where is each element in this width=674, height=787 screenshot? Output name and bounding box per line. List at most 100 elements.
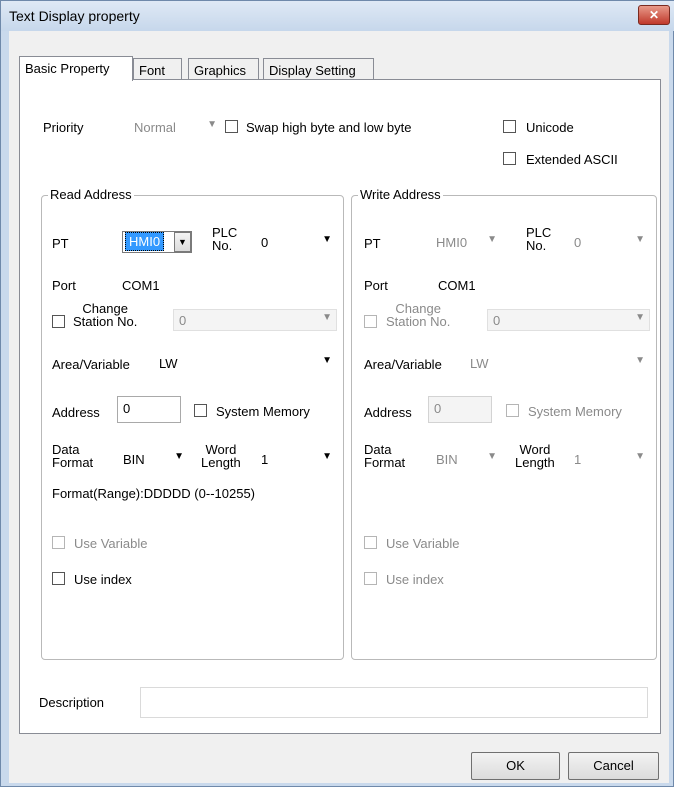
read-port-value: COM1 [122, 278, 160, 293]
read-change-station-checkbox[interactable] [52, 315, 65, 328]
chevron-down-icon: ▼ [322, 234, 332, 245]
read-address-label: Address [52, 405, 100, 420]
write-use-index-label: Use index [386, 572, 444, 587]
read-data-label-line2: Format [52, 455, 94, 470]
tab-graphics[interactable]: Graphics [188, 58, 259, 80]
read-data-format-select[interactable]: BIN ▼ [117, 448, 189, 470]
write-data-format-label: Data Format [364, 443, 405, 469]
write-use-index-checkbox[interactable] [364, 572, 377, 585]
read-use-index-label: Use index [74, 572, 132, 587]
swap-bytes-checkbox[interactable] [225, 120, 238, 133]
dialog-window: Text Display property ✕ Basic Property F… [0, 0, 674, 787]
description-label: Description [39, 695, 105, 710]
write-area-label: Area/Variable [364, 357, 442, 372]
chevron-down-icon: ▼ [635, 451, 645, 462]
priority-select[interactable]: Normal ▼ [128, 116, 222, 138]
chevron-down-icon: ▼ [174, 451, 184, 462]
read-format-range: Format(Range):DDDDD (0--10255) [52, 486, 255, 501]
unicode-checkbox[interactable] [503, 120, 516, 133]
write-plc-value: 0 [574, 235, 582, 250]
tab-basic-property[interactable]: Basic Property [19, 56, 133, 81]
read-area-select[interactable]: LW ▼ [153, 352, 337, 374]
write-pt-select[interactable]: HMI0 ▼ [430, 231, 502, 253]
title-bar[interactable]: Text Display property ✕ [1, 1, 674, 31]
write-area-value: LW [470, 356, 489, 371]
write-use-variable-checkbox[interactable] [364, 536, 377, 549]
read-system-memory-label: System Memory [216, 404, 310, 419]
read-port-label: Port [52, 278, 76, 293]
tab-label: Display Setting [269, 63, 356, 78]
chevron-down-icon: ▼ [487, 234, 497, 245]
read-pt-select[interactable]: HMI0 ▼ [122, 231, 192, 253]
priority-label: Priority [43, 120, 84, 135]
read-pt-value: HMI0 [125, 232, 165, 251]
write-address-group [351, 195, 657, 660]
read-address-group [41, 195, 344, 660]
write-address-label: Address [364, 405, 412, 420]
write-word-length-label: Word Length [515, 443, 555, 469]
write-word-label-line2: Length [515, 455, 555, 470]
extended-ascii-label: Extended ASCII [526, 152, 618, 167]
write-port-label: Port [364, 278, 388, 293]
close-icon: ✕ [648, 8, 660, 22]
write-station-value: 0 [493, 313, 501, 328]
write-word-length-select[interactable]: 1 ▼ [568, 448, 650, 470]
read-change-label-line2: Station No. [73, 314, 138, 329]
read-address-title: Read Address [48, 187, 134, 202]
cancel-label: Cancel [593, 758, 634, 773]
read-word-label-line2: Length [201, 455, 241, 470]
write-data-label-line2: Format [364, 455, 406, 470]
close-button[interactable]: ✕ [638, 5, 670, 25]
read-word-length-select[interactable]: 1 ▼ [255, 448, 337, 470]
write-area-select[interactable]: LW ▼ [464, 352, 650, 374]
write-data-format-value: BIN [436, 452, 458, 467]
read-plc-select[interactable]: 0 ▼ [255, 231, 337, 253]
chevron-down-icon: ▼ [322, 312, 332, 323]
description-input[interactable] [140, 687, 648, 718]
tab-label: Font [139, 63, 166, 78]
read-plc-label-line2: No. [212, 238, 233, 253]
chevron-down-icon: ▼ [635, 234, 645, 245]
write-station-select[interactable]: 0 ▼ [487, 309, 650, 331]
write-word-length-value: 1 [574, 452, 582, 467]
read-use-index-checkbox[interactable] [52, 572, 65, 585]
chevron-down-icon: ▼ [635, 355, 645, 366]
write-system-memory-checkbox[interactable] [506, 404, 519, 417]
chevron-down-icon: ▼ [178, 237, 187, 247]
read-area-label: Area/Variable [52, 357, 130, 372]
chevron-down-icon: ▼ [487, 451, 497, 462]
write-pt-value: HMI0 [436, 235, 468, 250]
extended-ascii-checkbox[interactable] [503, 152, 516, 165]
window-title: Text Display property [9, 8, 140, 24]
tab-label: Graphics [194, 63, 247, 78]
write-pt-label: PT [364, 236, 381, 251]
ok-button[interactable]: OK [471, 752, 560, 780]
write-change-station-label: Change Station No. [386, 302, 450, 328]
read-use-variable-checkbox[interactable] [52, 536, 65, 549]
chevron-down-icon: ▼ [635, 312, 645, 323]
read-address-input[interactable]: 0 [117, 396, 181, 423]
dialog-client: Basic Property Font Graphics Display Set… [9, 31, 669, 783]
read-use-variable-label: Use Variable [74, 536, 148, 551]
tab-font[interactable]: Font [133, 58, 182, 80]
read-station-select[interactable]: 0 ▼ [173, 309, 337, 331]
read-word-length-value: 1 [261, 452, 269, 467]
write-plc-select[interactable]: 0 ▼ [568, 231, 650, 253]
tab-display-setting[interactable]: Display Setting [263, 58, 374, 80]
write-address-input[interactable]: 0 [428, 396, 492, 423]
write-change-station-checkbox[interactable] [364, 315, 377, 328]
write-data-format-select[interactable]: BIN ▼ [430, 448, 502, 470]
unicode-label: Unicode [526, 120, 574, 135]
priority-value: Normal [134, 120, 176, 135]
write-address-value: 0 [434, 401, 442, 416]
read-system-memory-checkbox[interactable] [194, 404, 207, 417]
read-address-value: 0 [123, 401, 131, 416]
chevron-down-icon: ▼ [322, 451, 332, 462]
read-change-station-label: Change Station No. [73, 302, 137, 328]
cancel-button[interactable]: Cancel [568, 752, 659, 780]
read-pt-label: PT [52, 236, 69, 251]
read-plc-value: 0 [261, 235, 269, 250]
read-pt-dropdown-button[interactable]: ▼ [174, 232, 191, 252]
write-plc-label-line2: No. [526, 238, 547, 253]
read-data-format-value: BIN [123, 452, 145, 467]
